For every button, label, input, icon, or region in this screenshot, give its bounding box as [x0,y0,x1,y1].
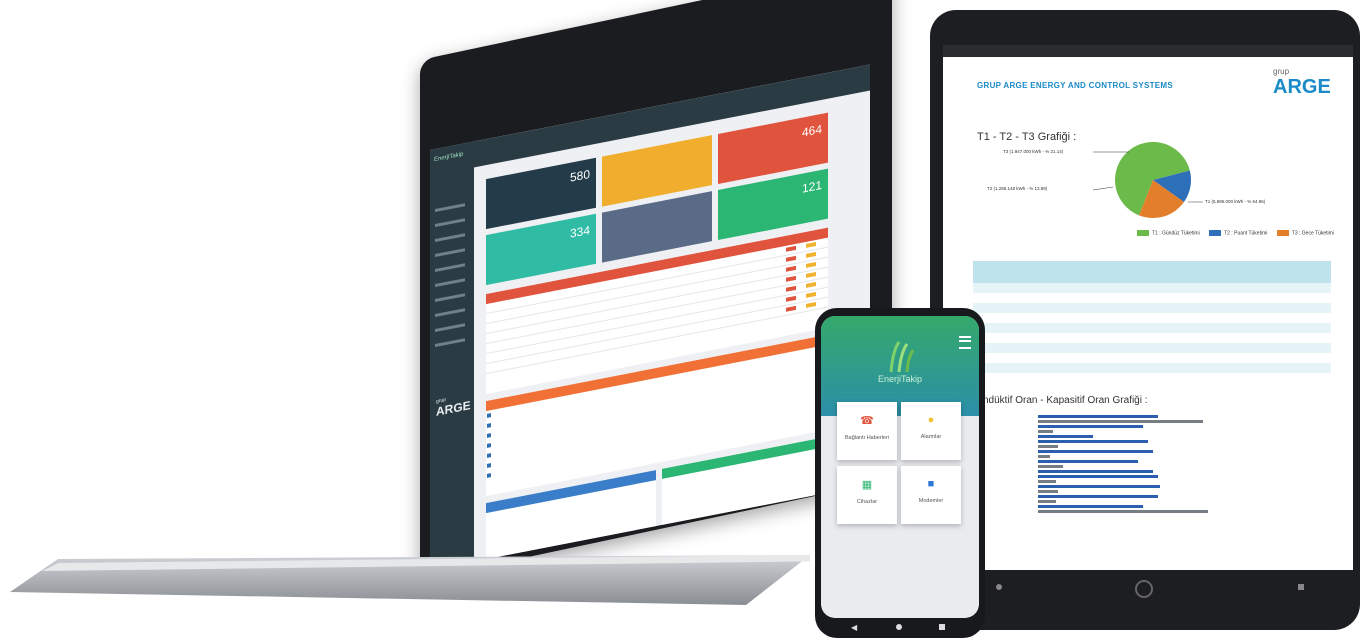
table-row[interactable] [973,333,1331,343]
tablet-nav-bar [930,572,1360,602]
bar [1038,485,1160,488]
table-row[interactable] [973,353,1331,363]
sidebar-item[interactable] [435,308,465,318]
sidebar-item[interactable] [435,203,465,213]
brand-logo: grup ARGE [436,396,471,419]
pie-label-t1: T1 (5.985.000 kWh - % 64.96) [1205,199,1266,204]
recent-apps-icon[interactable] [1298,584,1304,590]
pie-label-t3: T3 (1.947.000 kWh - % 21.14) [1003,149,1064,154]
bar [1038,480,1056,483]
consumption-table [973,261,1331,383]
status-bar [943,45,1353,57]
phone-screen: EnerjiTakip ☎ Bağlantı Haberleri ● Alarm… [821,316,979,618]
table-header [973,261,1331,283]
sidebar-item[interactable] [435,278,465,288]
bar [1038,460,1138,463]
sidebar-item[interactable] [435,233,465,243]
bar [1038,465,1063,468]
bar [1038,490,1058,493]
phone-icon: ☎ [860,415,874,427]
brand-logo: grup ARGE [1273,67,1331,98]
home-icon[interactable] [1135,580,1153,598]
table-row[interactable] [973,323,1331,333]
bar [1038,500,1056,503]
table-row[interactable] [973,373,1331,383]
bar-chart [943,413,1353,553]
devices-card[interactable]: ▦ Cihazlar [837,466,897,524]
app-logo[interactable]: EnerjiTakip [434,152,463,164]
bell-icon: ● [927,414,935,426]
bar [1038,425,1143,428]
sidebar-item[interactable] [435,248,465,258]
menu-icon[interactable] [959,336,971,349]
bar [1038,435,1093,438]
bar-chart-title: ndüktif Oran - Kapasitif Oran Grafiği : [983,395,1148,406]
modems-card[interactable]: ■ Modemler [901,466,961,524]
phone-nav-bar: ◀ [821,620,979,634]
report-title: GRUP ARGE ENERGY AND CONTROL SYSTEMS [977,81,1174,90]
connections-card[interactable]: ☎ Bağlantı Haberleri [837,402,897,460]
pie-label-t2: T2 (1.286.148 kWh - % 13.89) [987,186,1048,191]
bar [1038,415,1158,418]
phone-header: EnerjiTakip [821,316,979,416]
sidebar-item[interactable] [435,293,465,303]
home-icon[interactable] [896,624,902,630]
table-row[interactable] [973,283,1331,293]
back-icon[interactable]: ◀ [851,623,857,632]
bar [1038,440,1148,443]
bar [1038,430,1053,433]
square-icon: ■ [927,478,935,490]
laptop-screen: EnerjiTakip grup ARGE 580 464 334 121 [430,64,870,571]
sidebar-item[interactable] [435,338,465,348]
table-row[interactable] [973,313,1331,323]
alarms-card[interactable]: ● Alarmlar [901,402,961,460]
sidebar-item[interactable] [435,323,465,333]
grid-icon: ▦ [861,479,873,491]
back-icon[interactable] [996,584,1002,590]
sidebar-item[interactable] [435,263,465,273]
table-row[interactable] [973,363,1331,373]
table-row[interactable] [973,303,1331,313]
sidebar-item[interactable] [435,218,465,228]
bar [1038,455,1050,458]
table-row[interactable] [973,293,1331,303]
bar [1038,450,1153,453]
chart-legend: T1 : Gündüz Tüketimi T2 : Puant Tüketimi… [1129,230,1334,236]
app-brand: EnerjiTakip [877,374,923,384]
bar [1038,420,1203,423]
bar [1038,510,1208,513]
bar [1038,495,1158,498]
sidebar: EnerjiTakip grup ARGE [430,141,474,570]
table-row[interactable] [973,343,1331,353]
bar [1038,475,1158,478]
tablet-screen: GRUP ARGE ENERGY AND CONTROL SYSTEMS gru… [943,45,1353,570]
bar [1038,470,1153,473]
app-logo-icon [889,341,915,373]
bar [1038,445,1058,448]
recent-apps-icon[interactable] [939,624,945,630]
bar [1038,505,1143,508]
